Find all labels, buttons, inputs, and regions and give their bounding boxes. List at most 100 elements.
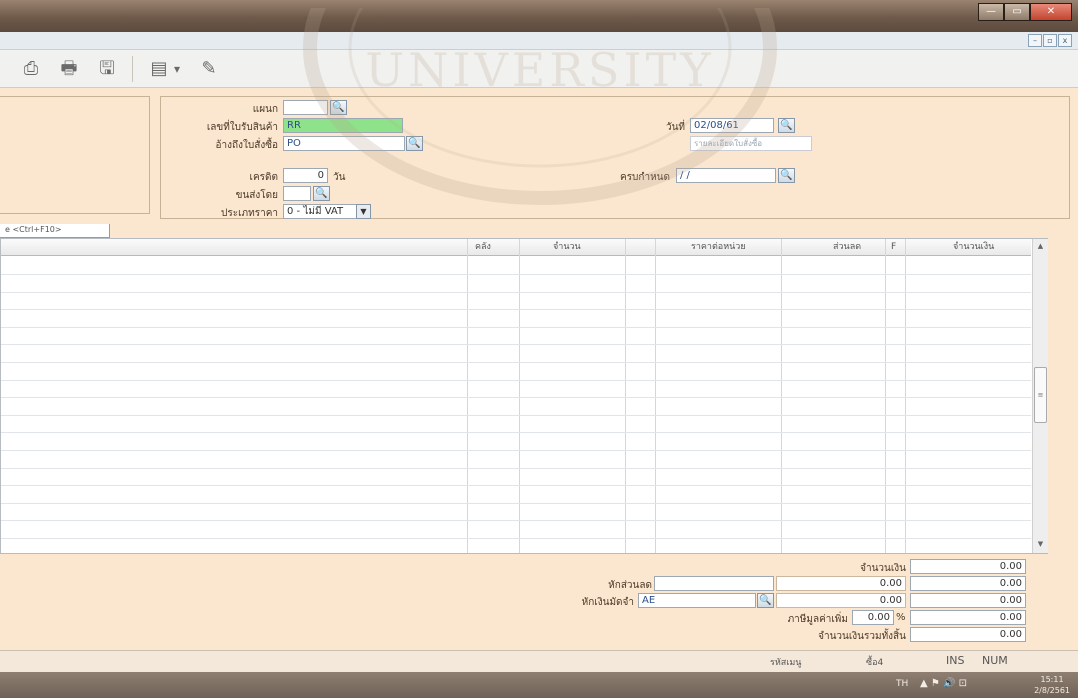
- grid-row-line: [1, 503, 1031, 504]
- vat-label: ภาษีมูลค่าเพิ่ม: [787, 614, 848, 625]
- po-detail-hint: รายละเอียดใบสั่งซื้อ: [690, 136, 812, 151]
- grid-row-line: [1, 485, 1031, 486]
- po-ref-field[interactable]: PO: [283, 136, 405, 151]
- mdi-minimize-button[interactable]: –: [1028, 34, 1042, 47]
- attach-icon[interactable]: ✎: [196, 56, 222, 82]
- grid-row-line: [1, 344, 1031, 345]
- grid-column-divider: [905, 239, 906, 553]
- amount-label: จำนวนเงิน: [860, 563, 906, 574]
- clock-time: 15:11: [1040, 675, 1064, 684]
- column-header-amount[interactable]: จำนวนเงิน: [953, 239, 994, 256]
- mdi-close-button[interactable]: x: [1058, 34, 1072, 47]
- search-icon[interactable]: 🔍: [313, 186, 330, 201]
- branch-field[interactable]: [283, 100, 328, 115]
- grand-total-label: จำนวนเงินรวมทั้งสิ้น: [818, 631, 906, 642]
- scroll-thumb[interactable]: ≡: [1034, 367, 1047, 423]
- search-icon[interactable]: 🔍: [757, 593, 774, 608]
- preview-icon[interactable]: 🖶: [56, 56, 82, 82]
- scroll-down-button[interactable]: ▼: [1034, 538, 1047, 551]
- credit-label: เครดิต: [249, 172, 278, 183]
- grid-row-line: [1, 292, 1031, 293]
- close-button[interactable]: ✕: [1030, 3, 1072, 21]
- chevron-down-icon[interactable]: ▾: [170, 56, 184, 82]
- calendar-icon[interactable]: 🔍: [778, 168, 795, 183]
- deposit-total-field: 0.00: [910, 593, 1026, 608]
- grid-column-divider: [519, 239, 520, 553]
- ship-by-field[interactable]: [283, 186, 311, 201]
- amount-total-field: 0.00: [910, 559, 1026, 574]
- vertical-scrollbar[interactable]: ▲ ≡ ▼: [1032, 239, 1048, 553]
- grid-column-divider: [467, 239, 468, 553]
- search-icon[interactable]: 🔍: [406, 136, 423, 151]
- language-indicator[interactable]: TH: [896, 679, 908, 689]
- column-header-quantity[interactable]: จำนวน: [553, 239, 581, 256]
- clock-date: 2/8/2561: [1034, 686, 1070, 695]
- maximize-button[interactable]: ▭: [1004, 3, 1030, 21]
- grand-total-field: 0.00: [910, 627, 1026, 642]
- grid-row-line: [1, 327, 1031, 328]
- print-menu-icon[interactable]: ▤: [146, 56, 172, 82]
- vat-rate-field[interactable]: 0.00: [852, 610, 894, 625]
- due-date-field[interactable]: / /: [676, 168, 776, 183]
- grid-row-line: [1, 468, 1031, 469]
- toolbar-separator: [132, 56, 133, 82]
- tab-strip: e <Ctrl+F10>: [0, 224, 1078, 238]
- receipt-no-label: เลขที่ใบรับสินค้า: [206, 122, 278, 133]
- chevron-down-icon[interactable]: ▼: [356, 204, 371, 219]
- os-taskbar: TH ▲ ⚑ 🔊 ⊡ 15:11 2/8/2561: [0, 672, 1078, 698]
- discount-total-field: 0.00: [910, 576, 1026, 591]
- grid-row-line: [1, 397, 1031, 398]
- printer-icon[interactable]: ⎙: [18, 56, 44, 82]
- branch-label: แผนก: [252, 104, 278, 115]
- grid-row-line: [1, 362, 1031, 363]
- deposit-label: หักเงินมัดจำ: [581, 597, 634, 608]
- grid-column-divider: [655, 239, 656, 553]
- ship-by-label: ขนส่งโดย: [235, 190, 278, 201]
- deposit-amount: 0.00: [776, 593, 906, 608]
- deposit-input[interactable]: AE: [638, 593, 756, 608]
- price-type-label: ประเภทราคา: [221, 208, 278, 219]
- minimize-button[interactable]: —: [978, 3, 1004, 21]
- grid-row-line: [1, 432, 1031, 433]
- column-header-unit-price[interactable]: ราคาต่อหน่วย: [691, 239, 746, 256]
- column-header-flag[interactable]: F: [891, 239, 896, 256]
- column-header-discount[interactable]: ส่วนลด: [833, 239, 861, 256]
- grid-row-line: [1, 415, 1031, 416]
- grid-row-line: [1, 274, 1031, 275]
- discount-amount: 0.00: [776, 576, 906, 591]
- window-controls: — ▭ ✕: [978, 3, 1072, 21]
- credit-unit: วัน: [333, 172, 346, 183]
- grid-column-divider: [781, 239, 782, 553]
- mdi-restore-button[interactable]: ▫: [1043, 34, 1057, 47]
- status-bar: รหัสเมนู ซื้อ4 INS NUM: [0, 650, 1078, 672]
- due-date-label: ครบกำหนด: [620, 172, 670, 183]
- receipt-no-field[interactable]: RR: [283, 118, 403, 133]
- scroll-up-button[interactable]: ▲: [1034, 240, 1047, 253]
- price-type-select[interactable]: 0 - ไม่มี VAT: [283, 204, 357, 219]
- document-header: แผนก 🔍 เลขที่ใบรับสินค้า RR อ้างถึงใบสั่…: [0, 88, 1078, 224]
- grid-column-divider: [625, 239, 626, 553]
- grid-column-divider: [885, 239, 886, 553]
- num-lock-indicator: NUM: [982, 654, 1008, 667]
- tab-items[interactable]: e <Ctrl+F10>: [0, 224, 110, 238]
- discount-input[interactable]: [654, 576, 774, 591]
- mdi-child-bar: – ▫ x: [0, 32, 1078, 50]
- column-header-warehouse[interactable]: คลัง: [475, 239, 491, 256]
- grid-row-line: [1, 450, 1031, 451]
- status-menu-code: ซื้อ4: [866, 658, 884, 668]
- date-field[interactable]: 02/08/61: [690, 118, 774, 133]
- mdi-controls: – ▫ x: [1028, 34, 1072, 47]
- grid-row-line: [1, 309, 1031, 310]
- grid-row-line: [1, 538, 1031, 539]
- credit-field[interactable]: 0: [283, 168, 328, 183]
- grid-header: คลัง จำนวน ราคาต่อหน่วย ส่วนลด F จำนวนเง…: [1, 239, 1031, 256]
- tray-icons[interactable]: ▲ ⚑ 🔊 ⊡: [920, 678, 967, 689]
- save-icon[interactable]: 🖫: [94, 56, 120, 82]
- search-icon[interactable]: 🔍: [330, 100, 347, 115]
- po-ref-label: อ้างถึงใบสั่งซื้อ: [215, 140, 278, 151]
- toolbar: ⎙ 🖶 🖫 ▤ ▾ ✎: [0, 50, 1078, 88]
- calendar-icon[interactable]: 🔍: [778, 118, 795, 133]
- grid-row-line: [1, 380, 1031, 381]
- system-clock[interactable]: 15:11 2/8/2561: [1034, 674, 1070, 696]
- items-grid[interactable]: คลัง จำนวน ราคาต่อหน่วย ส่วนลด F จำนวนเง…: [0, 238, 1048, 554]
